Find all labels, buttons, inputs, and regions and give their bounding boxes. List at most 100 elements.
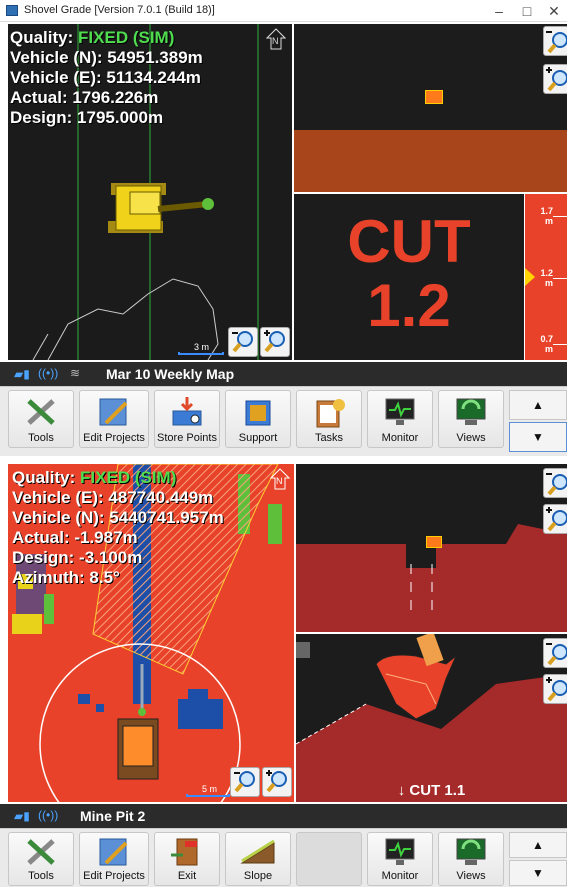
scroll-up-button[interactable]: ▲ — [509, 390, 567, 420]
grade-gauge: 1.7 m 1.2 m 0.7 m — [525, 194, 567, 360]
radio-icon: ((•)) — [38, 366, 59, 380]
scroll-down-button[interactable]: ▼ — [509, 422, 567, 452]
gauge-top-label: 1.7 m — [540, 206, 553, 226]
ground-profile — [294, 130, 567, 192]
slope-icon — [240, 839, 275, 864]
profile-zoom-out-button[interactable] — [543, 26, 567, 56]
tools-button-2[interactable]: Tools — [8, 832, 74, 886]
vehicle-easting: Vehicle (E): 51134.244m — [10, 68, 201, 87]
window-title: Shovel Grade [Version 7.0.1 (Build 18)] — [24, 4, 215, 16]
position-readout-2: Quality: FIXED (SIM) Vehicle (E): 487740… — [12, 468, 224, 588]
zoom-in-icon — [546, 507, 567, 532]
actual-elevation: Actual: 1796.226m — [10, 88, 159, 107]
profile-view[interactable] — [294, 24, 567, 192]
satellite-icon: ▰▮ — [14, 367, 30, 381]
monitor-button-2[interactable]: Monitor — [367, 832, 433, 886]
gauge-pointer-icon — [525, 268, 535, 286]
vehicle-easting: Vehicle (E): 487740.449m — [12, 488, 214, 507]
position-readout: Quality: FIXED (SIM) Vehicle (N): 54951.… — [10, 28, 203, 128]
support-button[interactable]: Support — [225, 390, 291, 448]
minimize-button[interactable]: – — [486, 1, 512, 21]
quality-value: FIXED (SIM) — [78, 28, 175, 47]
azimuth: Azimuth: 8.5° — [12, 568, 120, 587]
zoom-out-icon — [546, 473, 567, 496]
zoom-in-button-2[interactable] — [262, 767, 292, 797]
edit-projects-icon — [99, 838, 128, 866]
vehicle-northing: Vehicle (N): 54951.389m — [10, 48, 203, 67]
excavator-icon — [108, 183, 214, 233]
profile-zoom-out-button-2[interactable] — [543, 468, 567, 498]
zoom-out-icon — [234, 771, 255, 793]
design-elevation: Design: 1795.000m — [10, 108, 164, 127]
views-button-2[interactable]: Views — [438, 832, 504, 886]
design-elevation: Design: -3.100m — [12, 548, 143, 567]
views-button[interactable]: Views — [438, 390, 504, 448]
plan-view-map-2[interactable]: Quality: FIXED (SIM) Vehicle (E): 487740… — [8, 464, 294, 802]
exit-button[interactable]: Exit — [154, 832, 220, 886]
tasks-button[interactable]: Tasks — [296, 390, 362, 448]
scroll-up-button-2[interactable]: ▲ — [509, 832, 567, 858]
edit-projects-button[interactable]: Edit Projects — [79, 390, 149, 448]
store-points-button[interactable]: Store Points — [154, 390, 220, 448]
scale-bar-2: 5 m — [186, 784, 232, 798]
monitor-icon — [385, 398, 415, 425]
vehicle-northing: Vehicle (N): 5440741.957m — [12, 508, 224, 527]
title-bar: Shovel Grade [Version 7.0.1 (Build 18)] … — [0, 0, 567, 22]
quality-value: FIXED (SIM) — [80, 468, 177, 487]
plan-view-map[interactable]: Quality: FIXED (SIM) Vehicle (N): 54951.… — [8, 24, 292, 360]
cut-fill-display: CUT 1.2 — [294, 194, 524, 360]
section-zoom-out-button[interactable] — [543, 638, 567, 668]
toolbar-2: Tools Edit Projects Exit Slope Monitor V… — [0, 828, 567, 887]
views-icon — [456, 398, 486, 425]
cut-value: 1.2 — [367, 272, 451, 339]
zoom-in-button[interactable] — [260, 327, 290, 357]
tools-icon — [27, 839, 55, 865]
cut-indicator: ↓ CUT 1.1 — [397, 782, 466, 799]
zoom-out-icon — [546, 31, 567, 54]
tools-icon — [27, 399, 55, 425]
views-icon — [456, 838, 486, 865]
tools-button[interactable]: Tools — [8, 390, 74, 448]
north-arrow-icon: N — [265, 28, 287, 50]
zoom-out-button[interactable] — [228, 327, 258, 357]
quality-label: Quality: — [12, 468, 76, 487]
satellite-icon: ▰▮ — [14, 809, 30, 823]
tasks-icon — [316, 399, 345, 428]
gauge-bottom-label: 0.7 m — [540, 334, 553, 354]
zoom-out-icon — [232, 331, 253, 353]
toolbar: Tools Edit Projects Store Points Support… — [0, 386, 567, 456]
maximize-button[interactable]: □ — [514, 1, 540, 21]
exit-icon — [171, 838, 198, 866]
quality-label: Quality: — [10, 28, 74, 47]
zoom-in-icon — [264, 330, 285, 353]
cross-section-view[interactable]: ↓ CUT 1.1 — [296, 634, 567, 802]
layers-icon: ≋ — [70, 366, 81, 380]
slope-button[interactable]: Slope — [225, 832, 291, 886]
edit-projects-button-2[interactable]: Edit Projects — [79, 832, 149, 886]
scroll-down-button-2[interactable]: ▼ — [509, 860, 567, 886]
profile-view-2[interactable] — [296, 464, 567, 632]
section-zoom-in-button[interactable] — [543, 674, 567, 704]
bucket-marker-icon — [426, 536, 442, 548]
zoom-in-icon — [546, 67, 567, 92]
zoom-out-button-2[interactable] — [230, 767, 260, 797]
monitor-button[interactable]: Monitor — [367, 390, 433, 448]
profile-zoom-in-button-2[interactable] — [543, 504, 567, 534]
cut-label: CUT — [347, 208, 471, 275]
zoom-out-icon — [546, 643, 567, 666]
radio-icon: ((•)) — [38, 808, 59, 822]
monitor-icon — [385, 838, 415, 865]
app-icon — [6, 5, 18, 16]
close-button[interactable]: ✕ — [541, 1, 567, 21]
edit-projects-icon — [99, 398, 128, 426]
profile-zoom-in-button[interactable] — [543, 64, 567, 94]
map-name: Mine Pit 2 — [80, 808, 146, 824]
actual-elevation: Actual: -1.987m — [12, 528, 138, 547]
empty-slot — [296, 832, 362, 886]
store-points-icon — [172, 397, 202, 426]
bucket-marker-icon — [425, 90, 443, 104]
status-bar: ▰▮ ((•)) ≋ Mar 10 Weekly Map — [0, 362, 567, 386]
map-name: Mar 10 Weekly Map — [106, 366, 235, 382]
excavator-icon-2 — [117, 708, 159, 780]
zoom-in-icon — [266, 770, 287, 793]
